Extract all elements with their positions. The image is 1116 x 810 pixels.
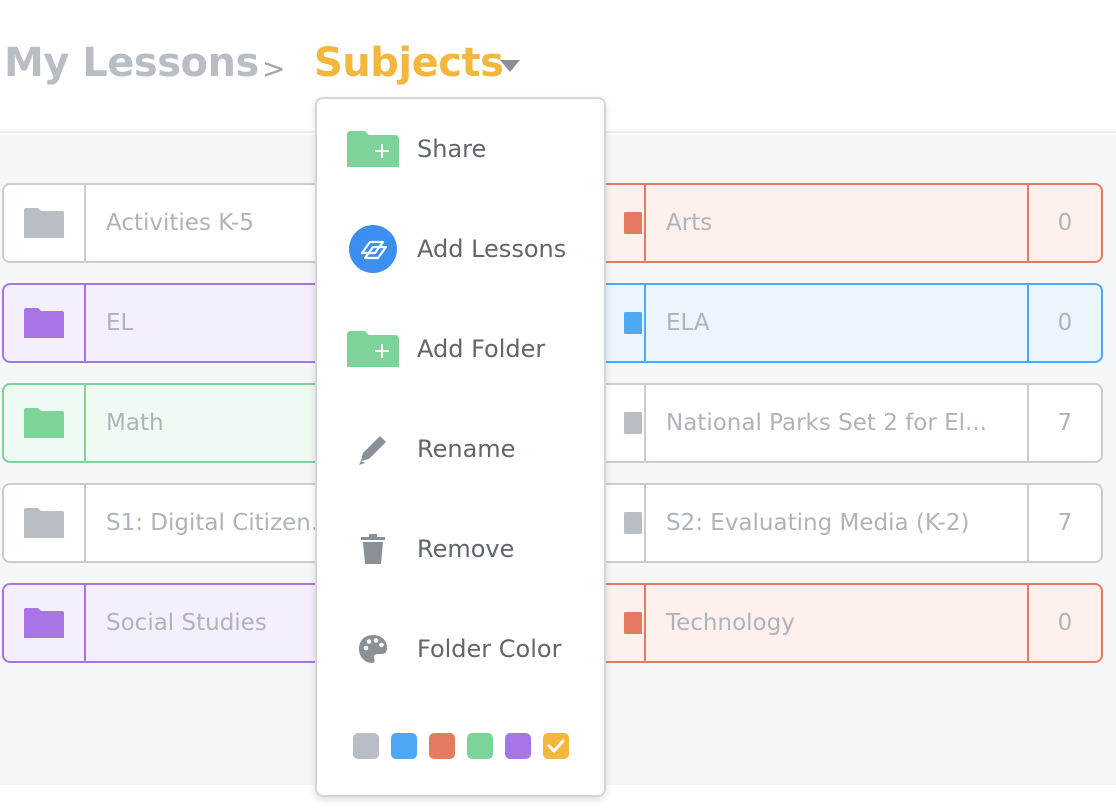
folder-icon xyxy=(24,308,64,338)
chevron-down-icon[interactable] xyxy=(500,60,520,72)
folder-icon-cell xyxy=(4,385,86,461)
checkmark-icon xyxy=(547,739,565,753)
folder-icon xyxy=(624,512,642,534)
folder-icon-cell xyxy=(4,285,86,361)
folder-icon xyxy=(624,412,642,434)
breadcrumb-current[interactable]: Subjects xyxy=(314,40,504,86)
folder-name: ELA xyxy=(666,310,710,336)
color-swatch[interactable] xyxy=(505,733,531,759)
folder-name: S2: Evaluating Media (K-2) xyxy=(666,510,970,536)
trash-icon xyxy=(347,527,399,571)
rename-label: Rename xyxy=(417,435,516,463)
color-swatch[interactable] xyxy=(391,733,417,759)
folder-name: National Parks Set 2 for El... xyxy=(666,410,987,436)
folder-icon-cell xyxy=(4,585,86,661)
folder-name: EL xyxy=(106,310,134,336)
folder-options-menu: Share Add Lessons Add Folder Rename Remo… xyxy=(315,97,606,797)
folder-icon xyxy=(624,612,642,634)
share-label: Share xyxy=(417,135,487,163)
add-lessons-menu-item[interactable]: Add Lessons xyxy=(317,214,604,284)
folder-plus-icon xyxy=(347,127,399,171)
pencil-icon xyxy=(347,427,399,471)
folder-icon xyxy=(624,212,642,234)
folder-icon xyxy=(24,408,64,438)
color-swatch[interactable] xyxy=(353,733,379,759)
folder-icon xyxy=(624,312,642,334)
folder-icon xyxy=(24,508,64,538)
folder-plus-icon xyxy=(347,327,399,371)
folder-lesson-count: 0 xyxy=(1027,185,1101,261)
folder-name: S1: Digital Citizenship xyxy=(106,510,340,536)
nearpod-logo-icon xyxy=(347,225,399,273)
folder-row[interactable]: ELA 0 xyxy=(580,283,1103,363)
folder-lesson-count: 7 xyxy=(1027,385,1101,461)
color-swatches xyxy=(353,733,569,759)
folder-row[interactable]: S1: Digital Citizenship xyxy=(2,483,342,563)
folder-icon-cell xyxy=(4,485,86,561)
folder-icon-cell xyxy=(4,185,86,261)
folder-lesson-count: 0 xyxy=(1027,285,1101,361)
folder-name: Math xyxy=(106,410,164,436)
folder-row[interactable]: Social Studies xyxy=(2,583,342,663)
folder-lesson-count: 7 xyxy=(1027,485,1101,561)
folder-row[interactable]: Math xyxy=(2,383,342,463)
folder-name: Social Studies xyxy=(106,610,267,636)
folder-name: Activities K-5 xyxy=(106,210,254,236)
folder-row[interactable]: Activities K-5 xyxy=(2,183,342,263)
folder-lesson-count: 0 xyxy=(1027,585,1101,661)
share-menu-item[interactable]: Share xyxy=(317,114,604,184)
folder-icon xyxy=(24,608,64,638)
breadcrumb-root[interactable]: My Lessons xyxy=(4,40,259,86)
add-folder-label: Add Folder xyxy=(417,335,546,363)
add-lessons-label: Add Lessons xyxy=(417,235,567,263)
folder-color-menu-item[interactable]: Folder Color xyxy=(317,614,604,684)
folder-color-label: Folder Color xyxy=(417,635,562,663)
remove-label: Remove xyxy=(417,535,515,563)
folder-row[interactable]: Technology 0 xyxy=(580,583,1103,663)
color-swatch[interactable] xyxy=(543,733,569,759)
palette-icon xyxy=(347,627,399,671)
folder-row[interactable]: National Parks Set 2 for El... 7 xyxy=(580,383,1103,463)
folder-name: Arts xyxy=(666,210,713,236)
folder-name: Technology xyxy=(666,610,795,636)
breadcrumb-separator: > xyxy=(262,52,286,85)
remove-menu-item[interactable]: Remove xyxy=(317,514,604,584)
add-folder-menu-item[interactable]: Add Folder xyxy=(317,314,604,384)
color-swatch[interactable] xyxy=(429,733,455,759)
folder-row[interactable]: EL xyxy=(2,283,342,363)
rename-menu-item[interactable]: Rename xyxy=(317,414,604,484)
folder-row[interactable]: S2: Evaluating Media (K-2) 7 xyxy=(580,483,1103,563)
color-swatch[interactable] xyxy=(467,733,493,759)
folder-row[interactable]: Arts 0 xyxy=(580,183,1103,263)
folder-icon xyxy=(24,208,64,238)
